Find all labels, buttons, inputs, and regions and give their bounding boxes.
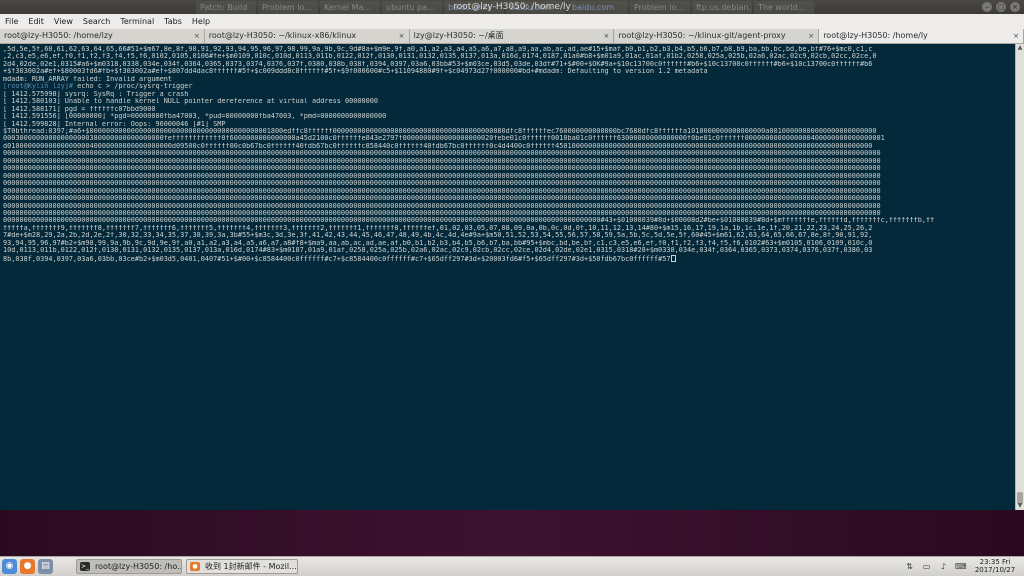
terminal-line: 0000000000000000000000000000000000000000… [3,157,881,165]
terminal-line: 0000000000000000000000000000000000000000… [3,195,881,203]
menu-bar: File Edit View Search Terminal Tabs Help [0,14,1024,29]
taskbar: ◉ ● ▤ >_ root@lzy-H3050: /ho... ● 收到 1封新… [0,556,1024,576]
terminal-cursor [670,254,676,262]
close-icon[interactable]: × [193,32,201,40]
terminal-line: fffffa,fffffff9,fffffff8,fffffff7,ffffff… [3,224,873,232]
file-manager-icon[interactable]: ▤ [38,559,53,574]
terminal-line: 0000000000000000000000000000000000000000… [3,165,881,173]
tab-label: root@lzy-H3050: ~/klinux-x86/klinux [208,31,357,40]
tab-agent-proxy[interactable]: root@lzy-H3050: ~/klinux-git/agent-proxy… [614,29,820,43]
terminal-line: 7#de+$m28,29,2a,2b,2d,2e,2f,30,32,33,34,… [3,232,873,240]
terminal-line: 0000000000000000000000000000000000000000… [3,209,881,217]
terminal-line: 0000000000000000000000000000000000000000… [3,187,881,195]
shell-command: echo c > /proc/sysrq-trigger [73,83,193,91]
launcher: ◉ ● ▤ [2,559,53,574]
tab-home-ly[interactable]: root@lzy-H3050: /home/ly × [819,29,1024,43]
tab-desktop[interactable]: lzy@lzy-H3050: ~/桌面 × [409,29,615,43]
terminal-output[interactable]: ,5d,5e,5f,60,61,62,63,64,65,66#51+$m67,8… [0,44,1015,510]
tab-label: root@lzy-H3050: ~/klinux-git/agent-proxy [618,31,786,40]
close-icon[interactable]: × [807,32,815,40]
terminal-line: d010000000000000000004000000000000000000… [3,142,873,150]
terminal-line: [ 1412.580103] Unable to handle kernel N… [3,98,378,106]
window-titlebar[interactable]: Patch: Build Problem lo... Kernel Ma... ubu… [0,0,1024,14]
desktop-background [0,510,1024,556]
terminal-line: 0000000000000000000000000000000000000000… [3,217,935,225]
close-icon[interactable]: × [1010,2,1020,12]
terminal-line: [ 1412.591556] [00000000] *pgd=00000000f… [3,113,387,121]
terminal-line: 93,94,95,96,97#b2+$m98,99,9a,9b,9c,9d,9e… [3,239,873,247]
tab-label: lzy@lzy-H3050: ~/桌面 [413,31,504,40]
terminal-line: $T0bthread:0397;#a6+$0000000000000000000… [3,127,877,135]
window-title: root@lzy-H3050: /home/ly [453,2,571,12]
volume-icon[interactable]: ♪ [938,561,949,572]
display-icon[interactable]: ▭ [921,561,932,572]
menu-file[interactable]: File [0,14,23,29]
maximize-icon[interactable]: □ [996,2,1006,12]
task-label: 收到 1封新邮件 - Mozil... [205,562,297,571]
system-tray: ⇅ ▭ ♪ ⌨ [904,561,966,572]
window-controls: – □ × [982,2,1020,12]
tab-home-lzy[interactable]: root@lzy-H3050: /home/lzy × [0,29,205,43]
terminal-tab-bar: root@lzy-H3050: /home/lzy × root@lzy-H30… [0,29,1024,44]
scroll-up-icon[interactable]: ▲ [1016,44,1024,52]
menu-help[interactable]: Help [187,14,215,29]
menu-edit[interactable]: Edit [23,14,49,29]
terminal-line: 0000000000000000000000000000000000000000… [3,150,881,158]
task-label: root@lzy-H3050: /ho... [95,562,182,571]
terminal-line: 10d,0113,011b,0122,012f,0130,0131,0132,0… [3,247,873,255]
tab-label: root@lzy-H3050: /home/lzy [4,31,113,40]
shell-prompt: [root@Kylin lzy]# [3,83,74,91]
terminal-line: 2d4,02de,02e1,0315#a6+$m0318,0338,034e,0… [3,60,873,68]
minimize-icon[interactable]: – [982,2,992,12]
start-menu-icon[interactable]: ◉ [2,559,17,574]
taskbar-item-mail[interactable]: ● 收到 1封新邮件 - Mozil... [186,559,298,574]
terminal-line: 8b,038f,0394,0397,03a6,03bb,03ce#b2+$m03… [3,254,1013,263]
menu-tabs[interactable]: Tabs [159,14,187,29]
terminal-line: [ 1412.575998] sysrq: SysRq : Trigger a … [3,90,189,98]
input-method-icon[interactable]: ⌨ [955,561,967,572]
terminal-scrollbar[interactable]: ▲ ▼ [1015,44,1024,510]
scroll-down-icon[interactable]: ▼ [1016,502,1024,510]
terminal-line: ,5d,5e,5f,60,61,62,63,64,65,66#51+$m67,8… [3,46,873,53]
network-icon[interactable]: ⇅ [904,561,915,572]
clock[interactable]: 23:35 Fri 2017/10/27 [970,558,1020,574]
terminal-icon: >_ [80,562,90,571]
close-icon[interactable]: × [602,32,610,40]
terminal-line: ,2,c3,e5,e6,ef,f0,f1,f2,f3,f4,f5,f6,0102… [3,53,877,61]
clock-time: 23:35 Fri [979,558,1011,566]
terminal-line: +$f303002a#ef+$80003fd6#fb+$f303002a#ef+… [3,68,708,76]
tab-label: root@lzy-H3050: /home/ly [823,31,928,40]
terminal-line: mdadm: RUN_ARRAY failed: Invalid argumen… [3,75,172,83]
terminal-line: 0000000000000000000000000000000000000000… [3,180,881,188]
menu-terminal[interactable]: Terminal [115,14,159,29]
terminal-line: [ 1412.599828] Internal error: Oops: 960… [3,120,226,128]
terminal-line: 000300000000000000000380000000000000000f… [3,135,885,143]
menu-search[interactable]: Search [78,14,115,29]
clock-date: 2017/10/27 [974,566,1016,574]
menu-view[interactable]: View [49,14,78,29]
terminal-line: [root@Kylin lzy]# echo c > /proc/sysrq-t… [3,83,1013,90]
tab-klinux-x86[interactable]: root@lzy-H3050: ~/klinux-x86/klinux × [204,29,410,43]
terminal-line: 0000000000000000000000000000000000000000… [3,202,881,210]
taskbar-item-terminal[interactable]: >_ root@lzy-H3050: /ho... [76,559,182,574]
close-icon[interactable]: × [398,32,406,40]
firefox-icon[interactable]: ● [20,559,35,574]
terminal-line: [ 1412.588171] pgd = ffffffc07bbd9000 [3,105,156,113]
firefox-icon: ● [190,562,200,571]
terminal-line: 0000000000000000000000000000000000000000… [3,172,881,180]
close-icon[interactable]: × [1012,32,1020,40]
